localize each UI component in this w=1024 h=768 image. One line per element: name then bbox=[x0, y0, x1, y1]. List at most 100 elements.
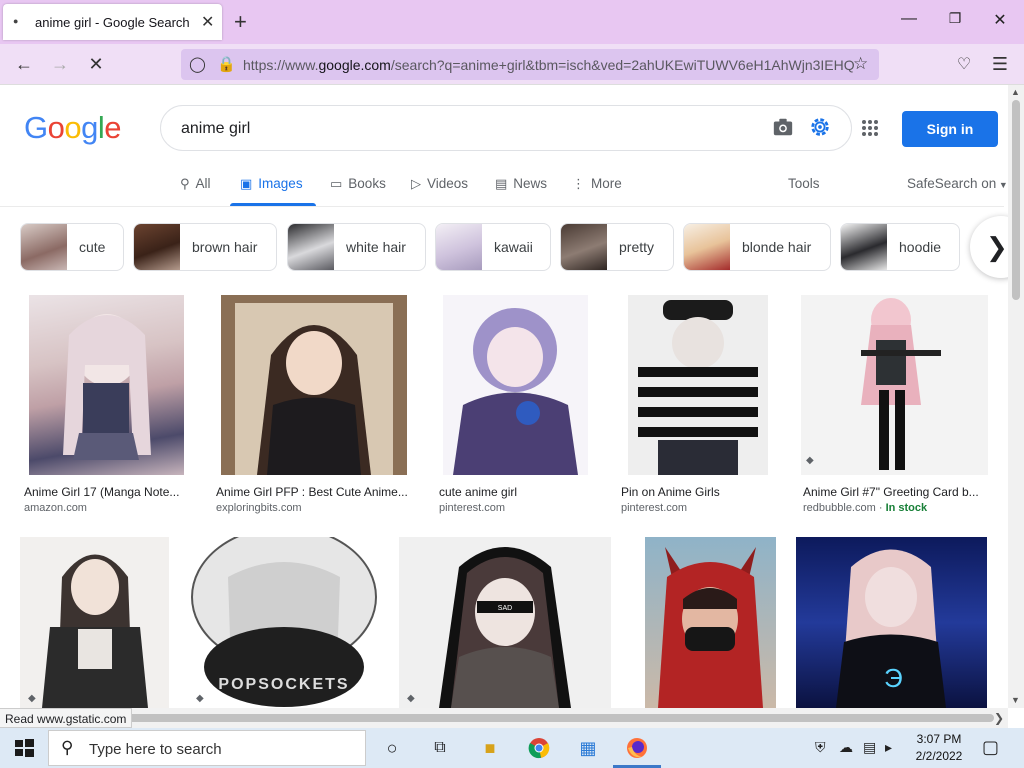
cortana-icon[interactable]: ○ bbox=[368, 728, 416, 768]
tab-books[interactable]: ▭ Books bbox=[330, 176, 386, 192]
result-title[interactable]: Anime Girl PFP : Best Cute Anime... bbox=[216, 485, 412, 499]
result-image[interactable] bbox=[221, 295, 407, 475]
network-icon[interactable]: ▤ bbox=[863, 739, 876, 756]
result-title[interactable]: cute anime girl bbox=[439, 485, 589, 499]
scroll-up-arrow-icon[interactable]: ▲ bbox=[1011, 87, 1020, 97]
apps-grid-icon[interactable] bbox=[861, 119, 879, 137]
result-site[interactable]: amazon.com bbox=[24, 502, 87, 514]
result-image[interactable]: POPSOCKETS bbox=[188, 537, 381, 708]
anime-girl-illustration bbox=[453, 308, 578, 475]
windows-start-icon[interactable] bbox=[0, 728, 48, 768]
firefox-icon[interactable] bbox=[613, 728, 661, 768]
volume-muted-icon[interactable]: ▸ bbox=[885, 739, 892, 756]
tab-images[interactable]: ▣ Images bbox=[240, 176, 303, 192]
close-window-icon[interactable]: ✕ bbox=[985, 10, 1015, 30]
file-explorer-icon[interactable]: ■ bbox=[466, 728, 514, 768]
address-bar[interactable]: ◯ 🔒 https://www.google.com/search?q=anim… bbox=[181, 49, 879, 80]
image-icon: ▣ bbox=[240, 176, 253, 191]
firefox-logo bbox=[627, 738, 647, 758]
result-image[interactable]: Э bbox=[796, 537, 987, 708]
horizontal-scrollbar[interactable]: ❯ bbox=[0, 708, 1008, 728]
url-text[interactable]: https://www.google.com/search?q=anime+gi… bbox=[243, 57, 855, 73]
result-image[interactable] bbox=[801, 295, 988, 475]
restore-icon[interactable]: ❐ bbox=[940, 10, 970, 27]
search-tabs: ⚲ All ▣ Images ▭ Books ▷ Videos ▤ News ⋮ More … bbox=[0, 170, 1008, 207]
browser-tab[interactable]: ● anime girl - Google Search ✕ bbox=[3, 4, 222, 40]
notification-icon[interactable]: ▢ bbox=[982, 737, 999, 758]
chip-thumbnail bbox=[841, 224, 887, 270]
chip-pretty[interactable]: pretty bbox=[560, 223, 674, 271]
chip-thumbnail bbox=[436, 224, 482, 270]
scroll-right-arrow-icon[interactable]: ❯ bbox=[994, 711, 1004, 725]
in-stock-badge: In stock bbox=[885, 502, 928, 514]
shield-icon[interactable]: ◯ bbox=[189, 55, 206, 73]
sign-in-button[interactable]: Sign in bbox=[902, 111, 998, 147]
new-tab-button[interactable]: + bbox=[234, 9, 247, 35]
google-logo[interactable]: Google bbox=[24, 110, 122, 146]
chip-blonde-hair[interactable]: blonde hair bbox=[683, 223, 831, 271]
chip-brown-hair[interactable]: brown hair bbox=[133, 223, 277, 271]
hooded-anime-girl-illustration bbox=[658, 547, 763, 708]
result-title[interactable]: Anime Girl 17 (Manga Note... bbox=[24, 485, 188, 499]
search-input[interactable]: anime girl bbox=[181, 120, 250, 138]
tab-videos[interactable]: ▷ Videos bbox=[411, 176, 468, 192]
camera-icon[interactable] bbox=[772, 116, 794, 138]
pocket-icon[interactable]: ♡ bbox=[952, 54, 976, 74]
result-image[interactable] bbox=[29, 295, 184, 475]
result-site[interactable]: exploringbits.com bbox=[216, 502, 302, 514]
search-box[interactable]: anime girl bbox=[160, 105, 852, 151]
tag-icon: ◆ bbox=[407, 693, 415, 704]
control-panel-icon[interactable]: ▦ bbox=[564, 728, 612, 768]
chrome-icon[interactable] bbox=[515, 728, 563, 768]
clock-date: 2/2/2022 bbox=[915, 749, 963, 763]
scrollbar-thumb[interactable] bbox=[1012, 100, 1020, 300]
anime-girl-illustration bbox=[638, 300, 758, 475]
scroll-down-arrow-icon[interactable]: ▼ bbox=[1011, 695, 1020, 705]
tab-news[interactable]: ▤ News bbox=[495, 176, 547, 192]
stop-loading-icon[interactable]: ✕ bbox=[84, 54, 108, 75]
result-site[interactable]: pinterest.com bbox=[439, 502, 505, 514]
tag-icon: ◆ bbox=[28, 693, 36, 704]
result-image[interactable]: SAD bbox=[399, 537, 611, 708]
forward-arrow-icon[interactable]: → bbox=[48, 54, 72, 75]
security-shield-icon[interactable]: ⛨ bbox=[815, 739, 826, 756]
result-site[interactable]: pinterest.com bbox=[621, 502, 687, 514]
vertical-scrollbar[interactable]: ▲ ▼ bbox=[1008, 85, 1024, 708]
chip-kawaii[interactable]: kawaii bbox=[435, 223, 551, 271]
result-site[interactable]: redbubble.com · In stock bbox=[803, 502, 927, 514]
status-bar: Read www.gstatic.com bbox=[0, 708, 133, 728]
task-view-icon[interactable]: ⧉ bbox=[416, 728, 464, 768]
menu-hamburger-icon[interactable]: ☰ bbox=[988, 54, 1012, 75]
tools-button[interactable]: Tools bbox=[788, 176, 820, 191]
settings-gear-icon[interactable] bbox=[809, 116, 831, 138]
system-clock[interactable]: 3:07 PM 2/2/2022 bbox=[904, 731, 974, 765]
anime-girl-illustration bbox=[861, 298, 941, 470]
taskbar-search-box[interactable]: ⚲ Type here to search bbox=[48, 730, 366, 766]
result-image[interactable] bbox=[628, 295, 768, 475]
chip-white-hair[interactable]: white hair bbox=[287, 223, 426, 271]
result-title[interactable]: Anime Girl #7" Greeting Card b... bbox=[803, 485, 985, 499]
back-arrow-icon[interactable]: ← bbox=[12, 54, 36, 75]
onedrive-cloud-icon[interactable]: ☁ bbox=[839, 739, 853, 756]
glowing-symbol: Э bbox=[884, 663, 903, 693]
scrollbar-thumb[interactable] bbox=[4, 714, 994, 722]
result-image[interactable] bbox=[443, 295, 588, 475]
chip-hoodie[interactable]: hoodie bbox=[840, 223, 960, 271]
tab-all[interactable]: ⚲ All bbox=[180, 176, 211, 192]
sad-label: SAD bbox=[498, 605, 512, 612]
browser-tab-bar: ● anime girl - Google Search ✕ + — ❐ ✕ bbox=[0, 0, 1024, 44]
bookmark-star-icon[interactable]: ☆ bbox=[853, 54, 868, 74]
result-image[interactable] bbox=[645, 537, 776, 708]
tab-more[interactable]: ⋮ More bbox=[572, 176, 622, 192]
dropdown-icon: ▼ bbox=[996, 180, 1008, 190]
tag-icon: ◆ bbox=[196, 693, 204, 704]
chip-thumbnail bbox=[561, 224, 607, 270]
safesearch-toggle[interactable]: SafeSearch on ▼ bbox=[907, 176, 1008, 191]
result-title[interactable]: Pin on Anime Girls bbox=[621, 485, 781, 499]
close-tab-icon[interactable]: ✕ bbox=[201, 12, 214, 32]
tab-title: anime girl - Google Search bbox=[35, 15, 190, 30]
lock-icon[interactable]: 🔒 bbox=[217, 55, 236, 73]
minimize-icon[interactable]: — bbox=[894, 10, 924, 28]
result-image[interactable] bbox=[20, 537, 169, 708]
chip-cute[interactable]: cute bbox=[20, 223, 124, 271]
